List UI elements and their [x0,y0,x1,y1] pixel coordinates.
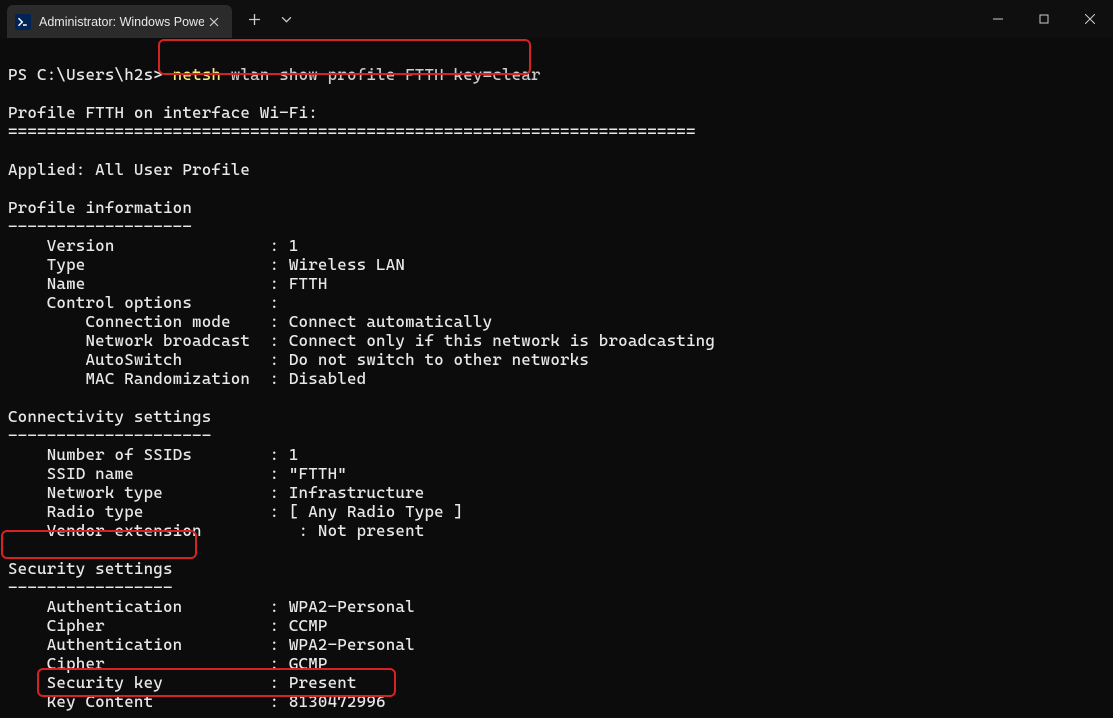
profile-info-heading: Profile information [8,198,192,217]
minimize-button[interactable] [975,0,1021,38]
profile-header: Profile FTTH on interface Wi-Fi: [8,103,318,122]
tab-dropdown-button[interactable] [270,3,302,35]
tab-close-button[interactable] [206,14,222,30]
connectivity-underline: --------------------- [8,426,211,445]
terminal-tab[interactable]: Administrator: Windows PowerS [7,5,232,38]
command-args: wlan show profile FTTH key=clear [231,65,541,84]
output-row: Cipher : CCMP [8,616,328,635]
output-row: SSID name : "FTTH" [8,464,347,483]
terminal-output[interactable]: PS C:\Users\h2s> netsh wlan show profile… [0,38,1113,711]
output-row: Radio type : [ Any Radio Type ] [8,502,463,521]
profile-info-underline: ------------------- [8,217,192,236]
output-row: Connection mode : Connect automatically [8,312,492,331]
output-row: Version : 1 [8,236,299,255]
output-row: Type : Wireless LAN [8,255,405,274]
output-row: MAC Randomization : Disabled [8,369,366,388]
new-tab-button[interactable] [238,3,270,35]
security-heading: Security settings [8,559,173,578]
prompt: PS C:\Users\h2s> [8,65,173,84]
window-titlebar: Administrator: Windows PowerS [0,0,1113,38]
divider: ========================================… [8,122,696,141]
window-controls [975,0,1113,38]
output-row: Authentication : WPA2-Personal [8,635,415,654]
close-window-button[interactable] [1067,0,1113,38]
output-row: Authentication : WPA2-Personal [8,597,415,616]
output-row: Network broadcast : Connect only if this… [8,331,715,350]
applied-line: Applied: All User Profile [8,160,250,179]
output-row: Number of SSIDs : 1 [8,445,299,464]
output-row: Vendor extension : Not present [8,521,424,540]
output-row: Network type : Infrastructure [8,483,424,502]
command-executable: netsh [173,65,221,84]
connectivity-heading: Connectivity settings [8,407,211,426]
output-row: Name : FTTH [8,274,328,293]
output-row: Control options : [8,293,279,312]
output-row: AutoSwitch : Do not switch to other netw… [8,350,589,369]
maximize-button[interactable] [1021,0,1067,38]
powershell-icon [15,14,31,30]
output-row: Security key : Present [8,673,357,692]
output-row: Key Content : 8130472996 [8,692,386,711]
security-underline: ----------------- [8,578,173,597]
tab-title: Administrator: Windows PowerS [39,15,204,29]
output-row: Cipher : GCMP [8,654,328,673]
